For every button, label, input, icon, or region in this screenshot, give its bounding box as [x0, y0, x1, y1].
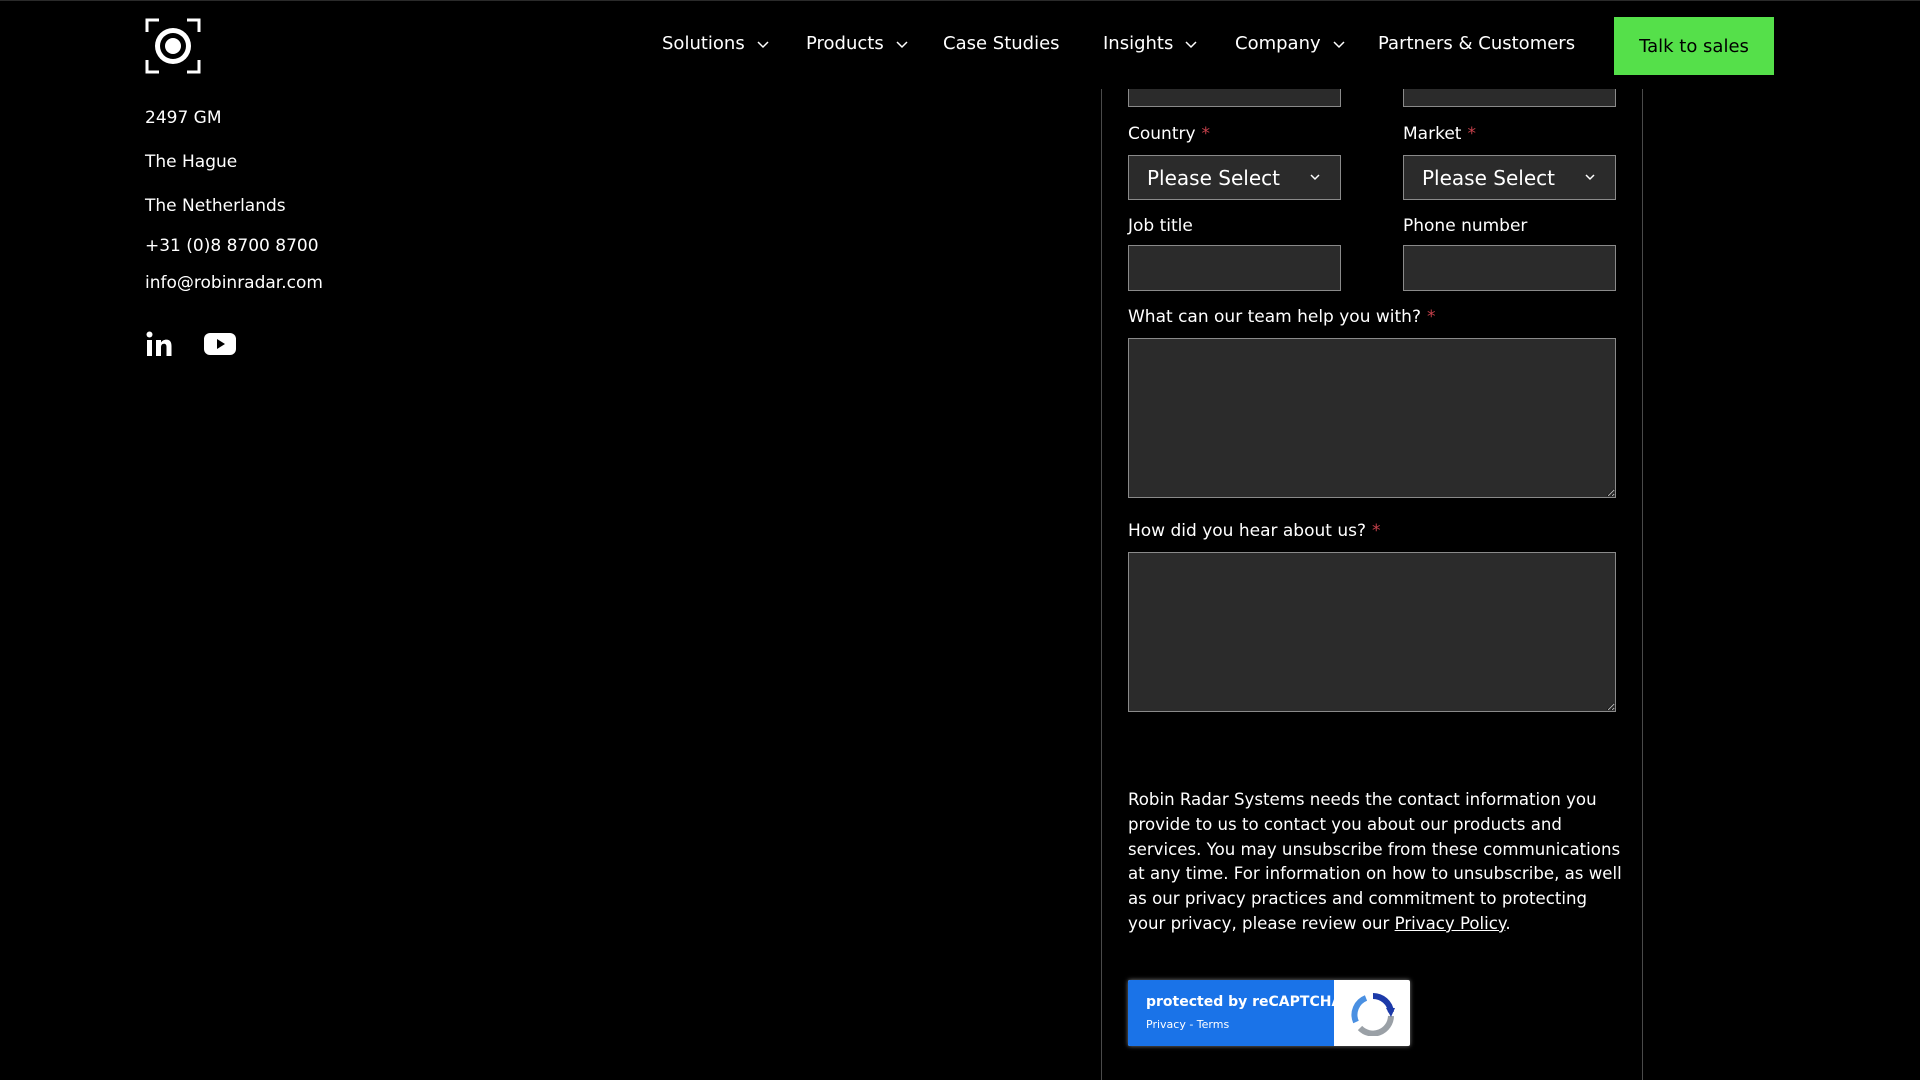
nav-label: Insights: [1103, 33, 1174, 54]
linkedin-link[interactable]: [146, 327, 172, 361]
recaptcha-text-area: protected by reCAPTCHA Privacy - Terms: [1128, 980, 1342, 1046]
recaptcha-title: protected by reCAPTCHA: [1146, 994, 1343, 1010]
nav-label: Company: [1235, 33, 1321, 54]
recaptcha-icon: [1351, 992, 1395, 1036]
address-city: The Hague: [145, 152, 238, 172]
country-select-value: Please Select: [1147, 165, 1280, 190]
address-postal-code: 2497 GM: [145, 108, 222, 128]
nav-partners-customers[interactable]: Partners & Customers: [1378, 33, 1575, 54]
market-select-value: Please Select: [1422, 165, 1555, 190]
country-select[interactable]: Please Select: [1128, 155, 1341, 200]
chevron-down-icon: [1585, 174, 1595, 181]
privacy-consent-text: Robin Radar Systems needs the contact in…: [1128, 790, 1622, 933]
nav-label: Case Studies: [943, 33, 1060, 54]
job-title-label: Job title: [1128, 216, 1193, 236]
youtube-link[interactable]: [204, 327, 236, 361]
nav-products[interactable]: Products: [806, 33, 910, 54]
contact-email[interactable]: info@robinradar.com: [145, 273, 323, 293]
contact-phone[interactable]: +31 (0)8 8700 8700: [145, 236, 319, 256]
hear-about-textarea[interactable]: [1128, 552, 1616, 712]
address-country: The Netherlands: [145, 196, 286, 216]
country-label: Country *: [1128, 124, 1211, 144]
market-label: Market *: [1403, 124, 1476, 144]
top-navigation-bar: Solutions Products Case Studies Insights…: [0, 0, 1920, 89]
nav-solutions[interactable]: Solutions: [662, 33, 771, 54]
talk-to-sales-button[interactable]: Talk to sales: [1614, 17, 1774, 75]
recaptcha-badge[interactable]: protected by reCAPTCHA Privacy - Terms: [1128, 980, 1410, 1046]
phone-number-input[interactable]: [1403, 245, 1616, 291]
phone-number-label: Phone number: [1403, 216, 1528, 236]
chevron-down-icon: [757, 40, 769, 48]
chevron-down-icon: [1310, 174, 1320, 181]
linkedin-icon: [146, 331, 172, 356]
nav-label: Products: [806, 33, 884, 54]
youtube-icon: [204, 333, 236, 355]
help-textarea[interactable]: [1128, 338, 1616, 498]
recaptcha-links[interactable]: Privacy - Terms: [1146, 1018, 1229, 1031]
chevron-down-icon: [1333, 40, 1345, 48]
privacy-policy-link[interactable]: Privacy Policy: [1395, 914, 1506, 933]
nav-company[interactable]: Company: [1235, 33, 1347, 54]
chevron-down-icon: [1185, 40, 1197, 48]
chevron-down-icon: [896, 40, 908, 48]
hear-about-label: How did you hear about us? *: [1128, 521, 1381, 541]
nav-label: Partners & Customers: [1378, 33, 1576, 54]
nav-case-studies[interactable]: Case Studies: [943, 33, 1060, 54]
nav-insights[interactable]: Insights: [1103, 33, 1199, 54]
job-title-input[interactable]: [1128, 245, 1341, 291]
market-select[interactable]: Please Select: [1403, 155, 1616, 200]
nav-label: Solutions: [662, 33, 745, 54]
help-label: What can our team help you with? *: [1128, 307, 1436, 327]
